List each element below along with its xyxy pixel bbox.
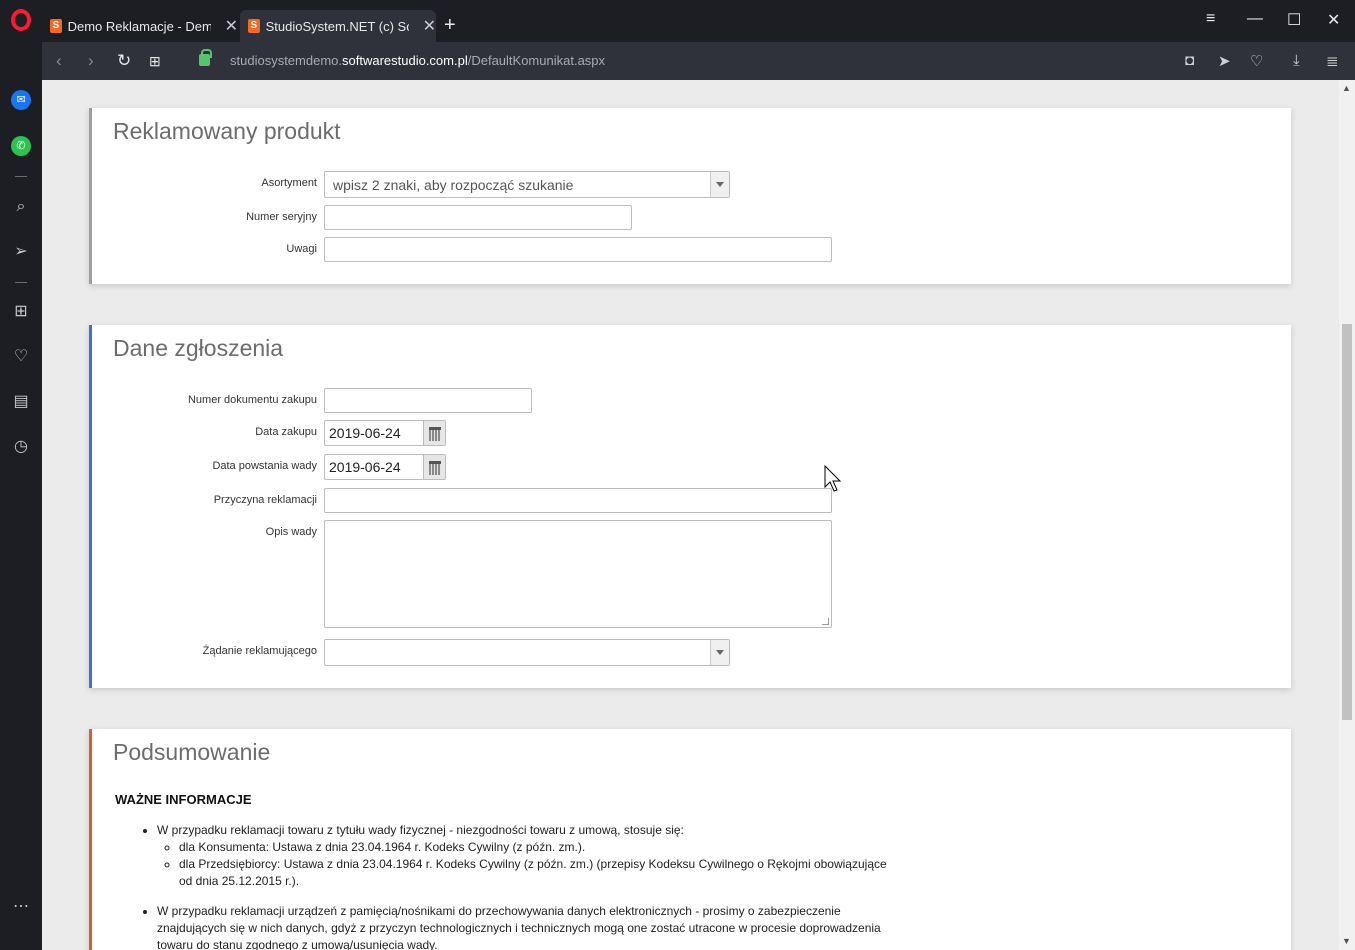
- window-close-icon[interactable]: ✕: [1327, 10, 1340, 30]
- zadanie-label: Żądanie reklamującego: [202, 645, 317, 657]
- chevron-down-icon[interactable]: [710, 172, 729, 197]
- close-tab-icon[interactable]: ✕: [225, 16, 238, 36]
- numer-seryjny-label: Numer seryjny: [246, 211, 317, 223]
- address-bar: ‹ › ↻ ⊞ studiosystemdemo.softwarestudio.…: [42, 42, 1355, 80]
- sidebar-divider: [15, 176, 27, 177]
- calendar-icon[interactable]: [423, 455, 445, 479]
- uwagi-label: Uwagi: [286, 243, 317, 255]
- studio-favicon-icon: S: [248, 19, 260, 33]
- close-tab-icon[interactable]: ✕: [423, 16, 436, 36]
- tab-menu-icon[interactable]: ≡: [1206, 10, 1215, 28]
- sidebar: ✉ ✆ ⌕ ➢ ⊞ ♡ ▤ ◷ ⋯: [0, 42, 42, 950]
- tab-studiosystem[interactable]: S StudioSystem.NET (c) Software ✕: [240, 10, 436, 42]
- section-title: Dane zgłoszenia: [113, 335, 284, 361]
- przyczyna-label: Przyczyna reklamacji: [213, 494, 317, 506]
- data-powstania-wady-label: Data powstania wady: [212, 460, 317, 472]
- bookmarks-heart-icon[interactable]: ♡: [11, 347, 31, 367]
- opis-wady-label: Opis wady: [265, 526, 317, 538]
- heart-bookmark-icon[interactable]: ♡: [1250, 52, 1263, 70]
- panel-dane-zgloszenia: Dane zgłoszenia Numer dokumentu zakupu D…: [89, 325, 1291, 688]
- zadanie-combobox[interactable]: [324, 639, 730, 666]
- more-dots-icon[interactable]: ⋯: [11, 897, 31, 917]
- asortyment-label: Asortyment: [261, 177, 317, 189]
- new-tab-plus-icon[interactable]: +: [444, 14, 456, 37]
- numer-seryjny-input[interactable]: [324, 205, 632, 230]
- przyczyna-input[interactable]: [324, 488, 832, 513]
- messenger-icon[interactable]: ✉: [11, 90, 31, 110]
- data-zakupu-label: Data zakupu: [255, 426, 317, 438]
- send-icon[interactable]: ➢: [11, 242, 31, 262]
- asortyment-placeholder: wpisz 2 znaki, aby rozpocząć szukanie: [333, 176, 574, 193]
- scrollbar-thumb[interactable]: [1342, 324, 1352, 720]
- uwagi-input[interactable]: [324, 237, 832, 262]
- important-info-heading: WAŻNE INFORMACJE: [115, 792, 252, 807]
- panel-reklamowany-produkt: Reklamowany produkt Asortyment wpisz 2 z…: [89, 108, 1291, 284]
- tab-demo-reklamacje[interactable]: S Demo Reklamacje - Demo ✕: [42, 10, 238, 42]
- panel-podsumowanie: Podsumowanie WAŻNE INFORMACJE W przypadk…: [89, 729, 1291, 950]
- page-content: Reklamowany produkt Asortyment wpisz 2 z…: [42, 80, 1339, 950]
- history-clock-icon[interactable]: ◷: [11, 437, 31, 457]
- search-icon[interactable]: ⌕: [11, 197, 31, 217]
- url-field[interactable]: studiosystemdemo.softwarestudio.com.pl/D…: [230, 53, 605, 68]
- speed-dial-icon[interactable]: ⊞: [11, 302, 31, 322]
- news-icon[interactable]: ▤: [11, 392, 31, 412]
- scroll-down-icon[interactable]: ▼: [1342, 936, 1351, 946]
- download-icon[interactable]: ⤓: [1293, 52, 1300, 69]
- calendar-icon[interactable]: [423, 421, 445, 445]
- forward-icon[interactable]: ›: [88, 51, 94, 71]
- send-icon[interactable]: ➤: [1218, 52, 1231, 70]
- data-powstania-wady-value: 2019-06-24: [329, 459, 401, 475]
- scroll-up-icon[interactable]: ▲: [1342, 83, 1351, 93]
- back-icon[interactable]: ‹: [56, 51, 62, 71]
- speed-dial-grid-icon[interactable]: ⊞: [149, 53, 161, 70]
- list-item: W przypadku reklamacji towaru z tytułu w…: [157, 822, 902, 890]
- opera-menu-icon[interactable]: [11, 9, 31, 31]
- mouse-cursor-icon: [824, 465, 842, 492]
- minimize-icon[interactable]: —: [1247, 10, 1263, 28]
- list-item: W przypadku reklamacji urządzeń z pamięc…: [157, 903, 902, 950]
- opis-wady-textarea[interactable]: [324, 520, 832, 628]
- important-info-list: W przypadku reklamacji towaru z tytułu w…: [132, 822, 902, 950]
- page-scrollbar[interactable]: ▲ ▼: [1339, 80, 1355, 950]
- numer-dokumentu-input[interactable]: [324, 388, 532, 413]
- chevron-down-icon[interactable]: [710, 640, 729, 665]
- reload-icon[interactable]: ↻: [117, 51, 131, 71]
- easy-setup-icon[interactable]: ≣: [1326, 52, 1339, 70]
- data-powstania-wady-input[interactable]: 2019-06-24: [324, 454, 446, 480]
- numer-dokumentu-label: Numer dokumentu zakupu: [187, 394, 317, 406]
- section-title: Reklamowany produkt: [113, 118, 341, 144]
- secure-lock-icon[interactable]: [199, 49, 212, 66]
- asortyment-combobox[interactable]: wpisz 2 znaki, aby rozpocząć szukanie: [324, 171, 730, 198]
- studio-favicon-icon: S: [50, 19, 62, 33]
- snapshot-camera-icon[interactable]: ◘: [1185, 52, 1194, 69]
- list-item: dla Konsumenta: Ustawa z dnia 23.04.1964…: [179, 839, 902, 856]
- maximize-icon[interactable]: ☐: [1287, 10, 1301, 30]
- data-zakupu-value: 2019-06-24: [329, 425, 401, 441]
- whatsapp-icon[interactable]: ✆: [11, 136, 31, 156]
- tab-title: StudioSystem.NET (c) Software: [265, 18, 409, 34]
- list-item: dla Przedsiębiorcy: Ustawa z dnia 23.04.…: [179, 856, 902, 890]
- tab-bar: S Demo Reklamacje - Demo ✕ S StudioSyste…: [0, 0, 1355, 42]
- tab-title: Demo Reklamacje - Demo: [67, 18, 211, 34]
- data-zakupu-input[interactable]: 2019-06-24: [324, 420, 446, 446]
- section-title: Podsumowanie: [113, 739, 271, 765]
- sidebar-divider: [15, 282, 27, 283]
